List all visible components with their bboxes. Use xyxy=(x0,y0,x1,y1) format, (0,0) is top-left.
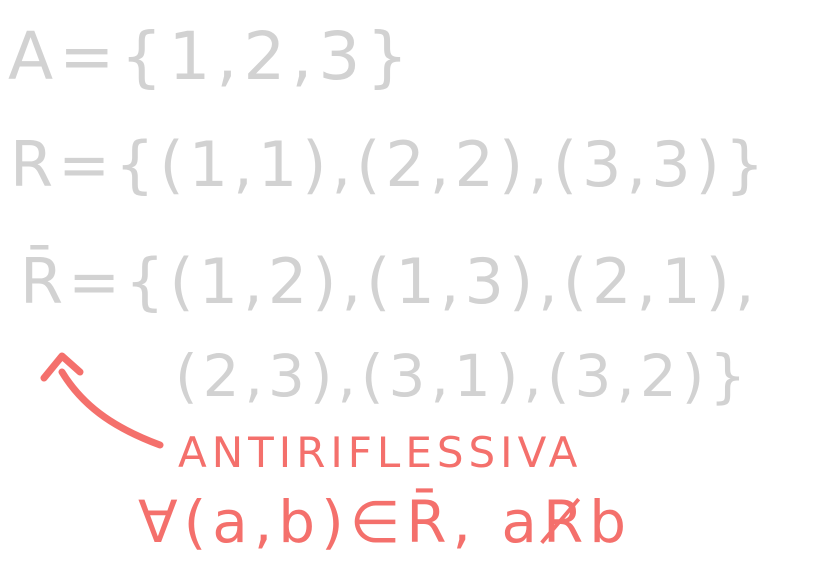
whiteboard-canvas: A={1,2,3} R={(1,1),(2,2),(3,3)} R̄={(1,2… xyxy=(0,0,827,565)
curved-arrow-icon xyxy=(40,352,164,449)
property-formula: ∀(a,b)∈R̄, aR̸b xyxy=(138,488,633,556)
property-label: ANTIRIFLESSIVA xyxy=(178,428,583,477)
